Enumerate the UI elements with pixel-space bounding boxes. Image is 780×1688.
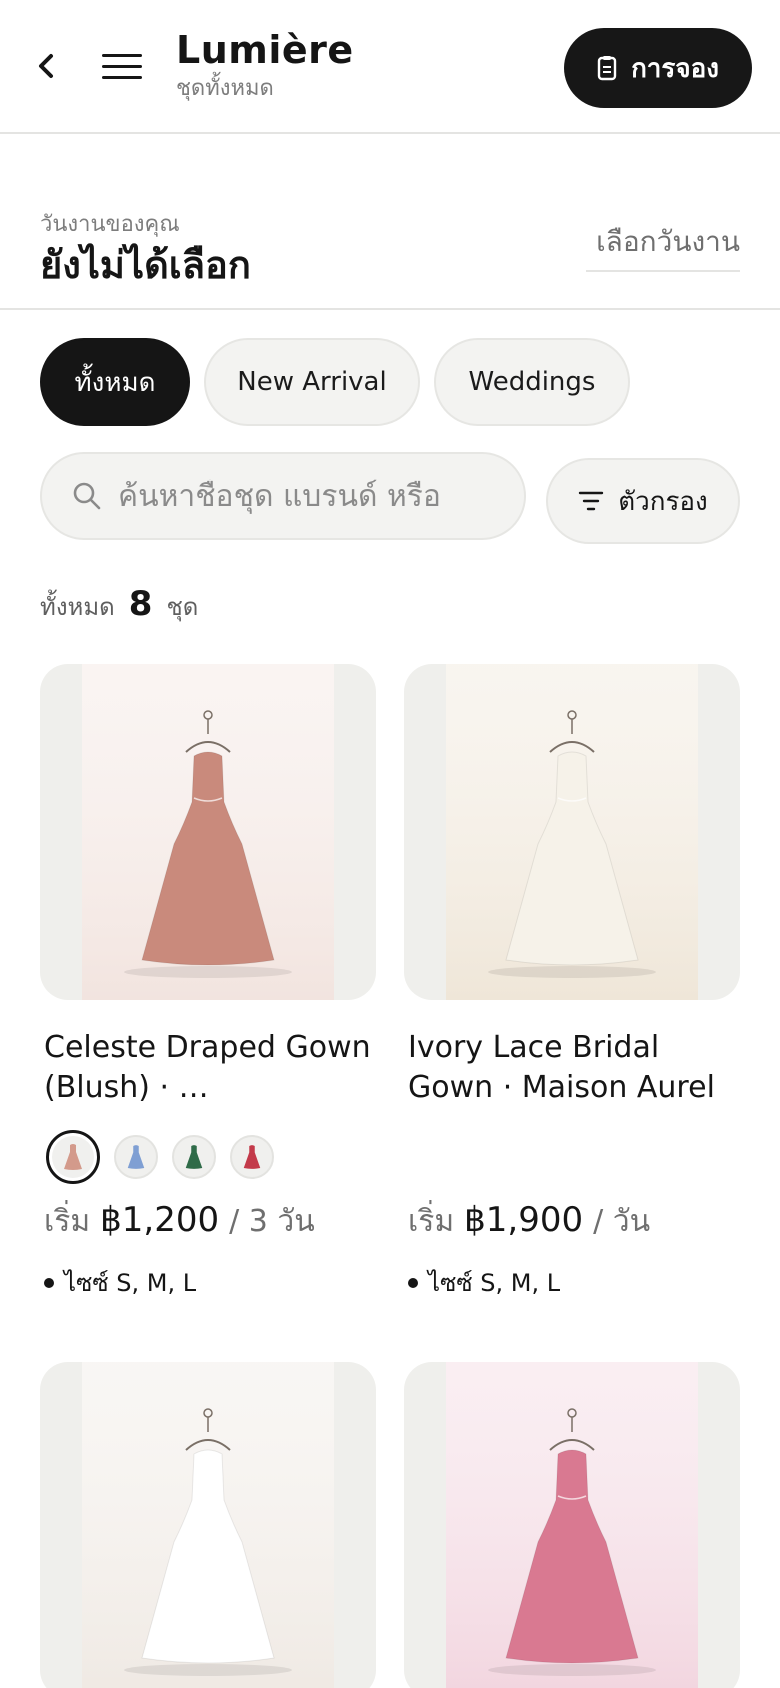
dress-swatch-icon <box>243 1145 261 1169</box>
chip-weddings[interactable]: Weddings <box>434 338 630 426</box>
menu-button[interactable] <box>102 48 146 84</box>
price-unit: / วัน <box>593 1204 651 1239</box>
page-subtitle: ชุดทั้งหมด <box>176 76 274 101</box>
pick-event-date-button[interactable]: เลือกวันงาน <box>586 220 740 272</box>
search-box[interactable] <box>40 452 526 540</box>
price-prefix: เริ่ม <box>408 1204 455 1239</box>
product-sizes: ไซซ์ S, M, L <box>404 1263 740 1302</box>
bullet-icon <box>408 1277 418 1288</box>
product-image[interactable] <box>40 1362 376 1688</box>
booking-button[interactable]: การจอง <box>564 28 752 108</box>
dress-swatch-icon <box>185 1145 203 1169</box>
product-image[interactable] <box>40 664 376 1000</box>
price-unit: / 3 วัน <box>229 1204 315 1239</box>
product-sizes: ไซซ์ S, M, L <box>40 1263 376 1302</box>
color-swatch-blush[interactable] <box>46 1130 100 1184</box>
sizes-label: ไซซ์ S, M, L <box>64 1269 197 1297</box>
event-date-value: ยังไม่ได้เลือก <box>40 243 251 287</box>
dress-illustration <box>82 664 334 1000</box>
dress-illustration <box>446 1362 698 1688</box>
dress-illustration <box>82 1362 334 1688</box>
color-swatch-red[interactable] <box>230 1135 274 1179</box>
dress-swatch-icon <box>127 1145 145 1169</box>
result-count-unit: ชุด <box>166 593 199 621</box>
product-price: เริ่ม ฿1,200 / 3 วัน <box>40 1198 376 1245</box>
color-swatches <box>404 1132 740 1182</box>
filter-icon <box>579 491 604 511</box>
event-date-section: วันงานของคุณ ยังไม่ได้เลือก เลือกวันงาน <box>0 134 780 310</box>
color-swatches <box>40 1130 376 1184</box>
product-image[interactable] <box>404 1362 740 1688</box>
product-title[interactable]: Ivory Lace Bridal Gown · Maison Aurel <box>404 1028 740 1108</box>
price-prefix: เริ่ม <box>44 1204 91 1239</box>
result-count-number: 8 <box>128 584 153 624</box>
filter-label: ตัวกรอง <box>618 486 708 517</box>
app-title: Lumière <box>176 28 354 72</box>
bullet-icon <box>44 1277 54 1288</box>
product-title[interactable]: Celeste Draped Gown (Blush) · … <box>40 1028 376 1108</box>
dress-illustration <box>446 664 698 1000</box>
product-price: เริ่ม ฿1,900 / วัน <box>404 1198 740 1245</box>
booking-label: การจอง <box>631 53 719 84</box>
sizes-label: ไซซ์ S, M, L <box>428 1269 561 1297</box>
dress-swatch-icon <box>64 1144 82 1170</box>
result-count-label: ทั้งหมด <box>40 593 115 621</box>
product-image[interactable] <box>404 664 740 1000</box>
product-card[interactable]: Ivory Lace Bridal Gown · Maison Aurel เร… <box>404 664 740 1302</box>
result-count: ทั้งหมด 8 ชุด <box>40 584 198 626</box>
product-card[interactable]: Celeste Draped Gown (Blush) · … เริ่ม ฿1… <box>40 664 376 1302</box>
filter-button[interactable]: ตัวกรอง <box>546 458 740 544</box>
color-swatch-green[interactable] <box>172 1135 216 1179</box>
product-card[interactable] <box>404 1362 740 1688</box>
chip-all[interactable]: ทั้งหมด <box>40 338 190 426</box>
search-input[interactable] <box>118 478 498 514</box>
back-button[interactable] <box>32 46 60 86</box>
app-header: Lumière ชุดทั้งหมด การจอง <box>0 0 780 134</box>
brand: Lumière ชุดทั้งหมด <box>176 26 354 104</box>
chevron-left-icon <box>39 54 53 78</box>
chip-new-arrival[interactable]: New Arrival <box>204 338 420 426</box>
color-swatch-blue[interactable] <box>114 1135 158 1179</box>
price-value: ฿1,200 <box>100 1200 220 1240</box>
clipboard-icon <box>597 56 617 81</box>
hamburger-menu-icon <box>102 54 142 57</box>
product-card[interactable] <box>40 1362 376 1688</box>
search-icon <box>73 482 101 510</box>
price-value: ฿1,900 <box>464 1200 584 1240</box>
